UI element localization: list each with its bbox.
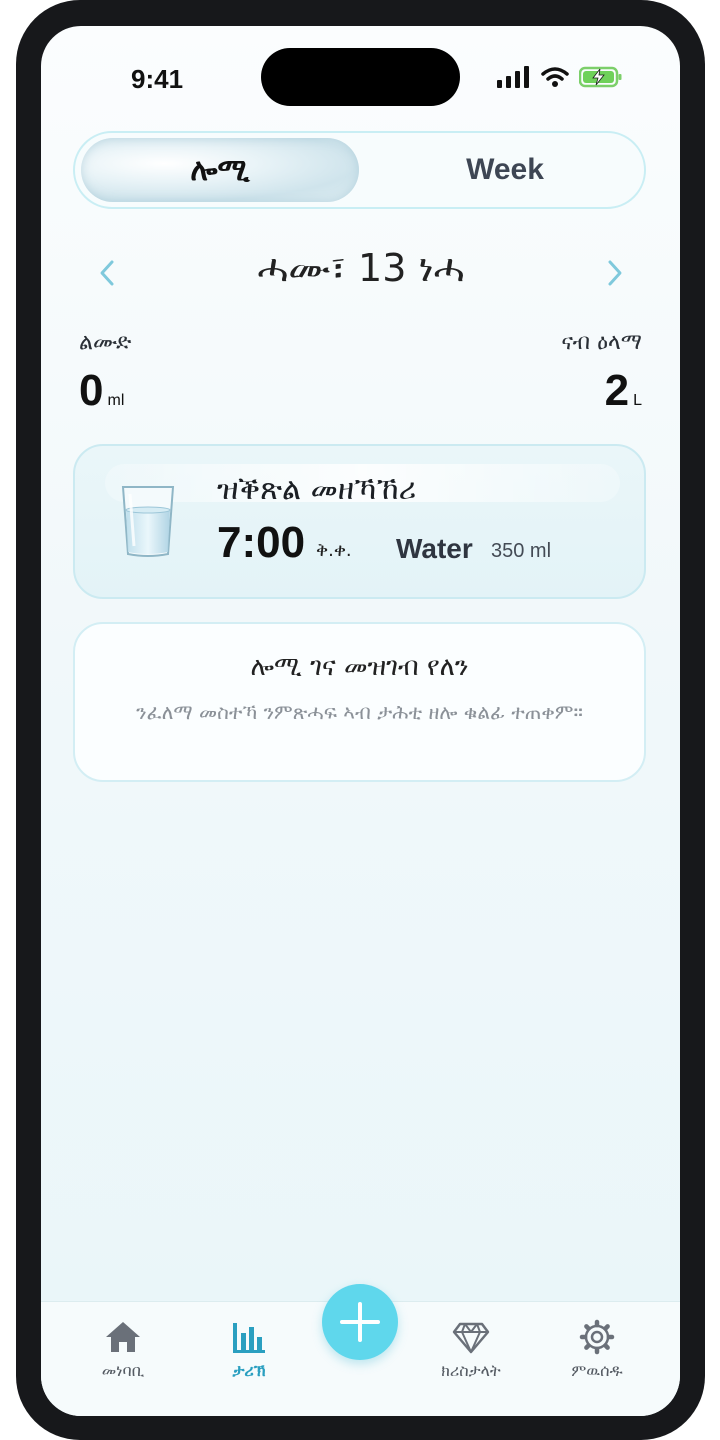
reminder-title: ዝቕጽል መዘኻኸሪ <box>217 472 417 507</box>
reminder-amount: 350 ml <box>491 540 552 562</box>
tab-home-label: መነባቢ <box>101 1361 145 1380</box>
water-glass-icon <box>119 484 177 558</box>
tab-history-label: ታሪኽ <box>232 1361 266 1380</box>
goal-number: 2 <box>604 366 630 415</box>
segment-day[interactable]: ሎሚ <box>81 138 359 202</box>
reminder-ampm: ቅ.ቀ. <box>316 540 352 561</box>
tab-crystals-label: ክሪስታላት <box>441 1361 501 1380</box>
wifi-icon <box>541 66 569 92</box>
date-title: ሓሙ፣ 13 ነሓ <box>257 246 465 290</box>
tab-crystals[interactable]: ክሪስታላት <box>421 1319 521 1381</box>
period-segmented-control: ሎሚ Week <box>73 131 646 209</box>
empty-state-title: ሎሚ ገና መዝገብ የለን <box>250 652 469 682</box>
gear-icon <box>579 1319 615 1355</box>
goal-unit: L <box>633 392 642 409</box>
diamond-icon <box>452 1322 490 1354</box>
bar-chart-icon <box>233 1323 265 1353</box>
add-drink-button[interactable] <box>322 1284 398 1360</box>
battery-charging-icon <box>578 66 623 92</box>
signal-icon <box>497 66 531 92</box>
empty-state-subtitle: ንፈለማ መስተኻ ንምጽሓፍ ኣብ ታሕቲ ዘሎ ቁልፊ ተጠቀም። <box>136 700 583 724</box>
next-day-button[interactable] <box>603 258 627 288</box>
reminder-drink: Water <box>396 533 473 564</box>
plus-icon <box>340 1302 380 1342</box>
status-time: 9:41 <box>131 64 184 94</box>
segment-week[interactable]: Week <box>375 138 635 202</box>
consumed-label: ልሙድ <box>79 330 132 355</box>
app-screen: 9:41 ሎሚ Week ሓሙ፣ 13 ነሓ ልሙድ 0 ml ናብ ዕላማ 2… <box>41 26 680 1416</box>
goal-label: ናብ ዕላማ <box>561 330 642 355</box>
tab-settings-label: ምዉሰዱ <box>571 1361 623 1380</box>
consumed-unit: ml <box>107 392 125 409</box>
dynamic-island <box>261 48 460 106</box>
previous-day-button[interactable] <box>95 258 119 288</box>
goal-value: 2L <box>605 366 642 416</box>
home-icon <box>106 1322 140 1352</box>
consumed-value: 0 ml <box>79 366 124 416</box>
status-icons <box>497 66 627 90</box>
reminder-time: 7:00 <box>217 518 306 567</box>
consumed-number: 0 <box>79 366 104 415</box>
tab-home[interactable]: መነባቢ <box>73 1319 173 1381</box>
tab-settings[interactable]: ምዉሰዱ <box>547 1319 647 1381</box>
tab-history[interactable]: ታሪኽ <box>199 1319 299 1381</box>
